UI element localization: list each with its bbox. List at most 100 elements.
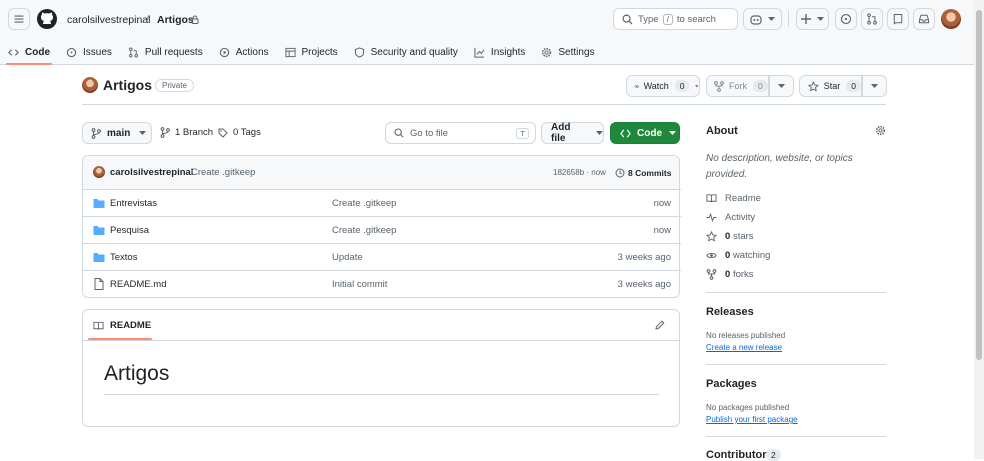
pencil-icon[interactable] bbox=[655, 320, 665, 330]
create-release-link[interactable]: Create a new release bbox=[706, 343, 782, 352]
branch-icon bbox=[160, 127, 170, 138]
tab-projects-label: Projects bbox=[301, 46, 338, 58]
fork-icon bbox=[714, 80, 724, 92]
file-age: now bbox=[653, 224, 671, 236]
gear-icon[interactable] bbox=[875, 125, 886, 136]
tab-actions[interactable]: Actions bbox=[211, 40, 277, 64]
eye-icon bbox=[706, 252, 717, 259]
code-button-label: Code bbox=[637, 127, 662, 139]
file-name[interactable]: Pesquisa bbox=[110, 225, 149, 236]
notifications-button[interactable] bbox=[913, 8, 935, 30]
pull-request-icon bbox=[128, 47, 138, 57]
file-commit-message[interactable]: Update bbox=[332, 252, 363, 263]
repositories-button[interactable] bbox=[887, 8, 909, 30]
commit-author[interactable]: carolsilvestrepinal bbox=[110, 167, 193, 178]
file-row[interactable]: Pesquisa Create .gitkeep now bbox=[83, 216, 681, 243]
search-input[interactable]: Type / to search bbox=[613, 8, 738, 30]
branch-selector[interactable]: main bbox=[82, 122, 152, 144]
file-commit-message[interactable]: Create .gitkeep bbox=[332, 198, 396, 209]
repo-icon bbox=[893, 14, 903, 25]
tab-settings[interactable]: Settings bbox=[533, 40, 602, 64]
packages-title[interactable]: Packages bbox=[706, 378, 757, 390]
about-item-forks[interactable]: 0 forks bbox=[706, 269, 754, 280]
file-name[interactable]: Entrevistas bbox=[110, 198, 157, 209]
repo-title[interactable]: Artigos bbox=[103, 77, 152, 93]
readme-tab[interactable]: README bbox=[93, 320, 151, 331]
sidebar-divider bbox=[706, 292, 886, 293]
tab-security[interactable]: Security and quality bbox=[346, 40, 466, 64]
fork-button[interactable]: Fork 0 bbox=[706, 75, 769, 97]
code-icon bbox=[8, 48, 19, 56]
pull-requests-button[interactable] bbox=[861, 8, 883, 30]
contributors-title[interactable]: Contributors bbox=[706, 449, 773, 461]
code-button[interactable]: Code bbox=[610, 122, 680, 144]
search-icon bbox=[394, 128, 404, 138]
star-dropdown-button[interactable] bbox=[862, 75, 887, 97]
issues-button[interactable] bbox=[835, 8, 857, 30]
file-row[interactable]: Textos Update 3 weeks ago bbox=[83, 243, 681, 270]
tab-insights[interactable]: Insights bbox=[466, 40, 533, 64]
breadcrumb-owner[interactable]: carolsilvestrepinal bbox=[67, 14, 150, 26]
create-new-button[interactable] bbox=[796, 8, 829, 30]
readme-heading: Artigos bbox=[104, 362, 170, 385]
commit-hash-time[interactable]: 182658b · now bbox=[553, 168, 606, 177]
breadcrumb-separator: / bbox=[146, 14, 149, 26]
folder-icon bbox=[93, 253, 105, 262]
file-row[interactable]: README.md Initial commit 3 weeks ago bbox=[83, 270, 681, 297]
file-name[interactable]: README.md bbox=[110, 279, 166, 290]
file-commit-message[interactable]: Initial commit bbox=[332, 279, 387, 290]
watch-label: Watch bbox=[643, 81, 669, 91]
pulse-icon bbox=[706, 212, 717, 223]
tags-link[interactable]: 0 Tags bbox=[218, 127, 261, 138]
user-avatar[interactable] bbox=[941, 9, 961, 29]
about-item-watching[interactable]: 0 watching bbox=[706, 250, 770, 261]
star-button[interactable]: Star 0 bbox=[799, 75, 862, 97]
releases-title[interactable]: Releases bbox=[706, 306, 754, 318]
about-title: About bbox=[706, 125, 738, 137]
tab-issues[interactable]: Issues bbox=[58, 40, 120, 64]
readme-tab-label: README bbox=[110, 320, 152, 331]
lock-icon bbox=[191, 15, 199, 24]
tab-code[interactable]: Code bbox=[0, 40, 58, 65]
commits-count[interactable]: 8 Commits bbox=[628, 168, 671, 178]
file-row[interactable]: Entrevistas Create .gitkeep now bbox=[83, 189, 681, 216]
tab-projects[interactable]: Projects bbox=[277, 40, 346, 64]
commit-message[interactable]: Create .gitkeep bbox=[191, 167, 255, 178]
chevron-down-icon bbox=[778, 83, 785, 88]
go-to-file-input[interactable]: Go to file T bbox=[385, 122, 536, 144]
file-commit-message[interactable]: Create .gitkeep bbox=[332, 225, 396, 236]
visibility-badge: Private bbox=[155, 79, 194, 92]
watch-button[interactable]: Watch 0 bbox=[626, 75, 700, 97]
file-icon bbox=[94, 278, 104, 290]
inbox-icon bbox=[919, 14, 929, 24]
publish-package-link[interactable]: Publish your first package bbox=[706, 415, 798, 424]
vertical-scrollbar[interactable] bbox=[974, 0, 984, 459]
go-to-file-placeholder: Go to file bbox=[410, 127, 449, 139]
tab-pull-requests[interactable]: Pull requests bbox=[120, 40, 211, 64]
chevron-down-icon bbox=[817, 16, 824, 21]
file-list: carolsilvestrepinal Create .gitkeep 1826… bbox=[82, 155, 681, 298]
add-file-button[interactable]: Add file bbox=[541, 122, 604, 144]
about-item-stars[interactable]: 0 stars bbox=[706, 231, 754, 242]
file-name[interactable]: Textos bbox=[110, 252, 137, 263]
branches-link[interactable]: 1 Branch bbox=[160, 127, 213, 138]
github-logo-icon[interactable] bbox=[37, 9, 57, 29]
about-item-label: stars bbox=[732, 231, 754, 242]
menu-button[interactable] bbox=[8, 8, 30, 30]
scrollbar-thumb[interactable] bbox=[976, 10, 982, 360]
star-icon bbox=[808, 80, 819, 91]
table-icon bbox=[284, 47, 296, 57]
commit-author-avatar[interactable] bbox=[93, 166, 105, 178]
branches-count: 1 Branch bbox=[175, 127, 214, 138]
about-item-activity[interactable]: Activity bbox=[706, 212, 755, 223]
folder-icon bbox=[93, 199, 105, 208]
copilot-button[interactable] bbox=[743, 8, 782, 30]
sidebar-divider bbox=[706, 436, 886, 437]
issue-opened-icon bbox=[840, 13, 852, 25]
owner-avatar[interactable] bbox=[82, 77, 98, 93]
fork-dropdown-button[interactable] bbox=[769, 75, 794, 97]
breadcrumb-repo[interactable]: Artigos bbox=[157, 14, 194, 26]
sidebar-divider bbox=[706, 364, 886, 365]
shield-icon bbox=[354, 46, 364, 58]
about-item-readme[interactable]: Readme bbox=[706, 193, 761, 204]
